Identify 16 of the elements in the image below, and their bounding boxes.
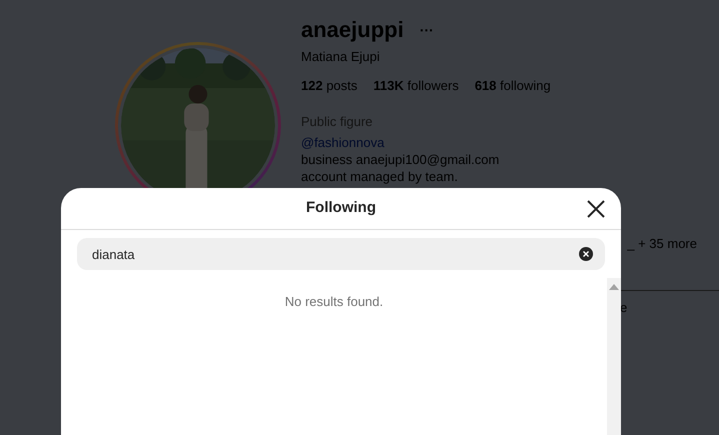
empty-results-message: No results found. bbox=[284, 293, 384, 310]
profile-stat[interactable]: 113K followers bbox=[373, 77, 459, 94]
profile-full-name: Matiana Ejupi bbox=[301, 48, 381, 65]
dialog-title: Following bbox=[306, 198, 376, 218]
profile-stat[interactable]: 618 following bbox=[474, 77, 551, 94]
search-field[interactable]: dianata bbox=[77, 238, 605, 270]
profile-username: anaejuppi bbox=[301, 16, 404, 44]
profile-bio-line: account managed by team. bbox=[301, 168, 459, 185]
more-options-button[interactable]: ··· bbox=[420, 23, 434, 37]
profile-link[interactable]: @fashionnova bbox=[301, 134, 719, 151]
followed-by-text: _ + 35 more bbox=[627, 235, 697, 252]
profile-stat[interactable]: 122 posts bbox=[301, 77, 358, 94]
clear-icon[interactable] bbox=[579, 247, 593, 261]
scrollbar[interactable] bbox=[607, 278, 621, 435]
close-icon[interactable] bbox=[587, 200, 605, 218]
profile-bio-line: business anaejupi100@gmail.com bbox=[301, 151, 500, 168]
